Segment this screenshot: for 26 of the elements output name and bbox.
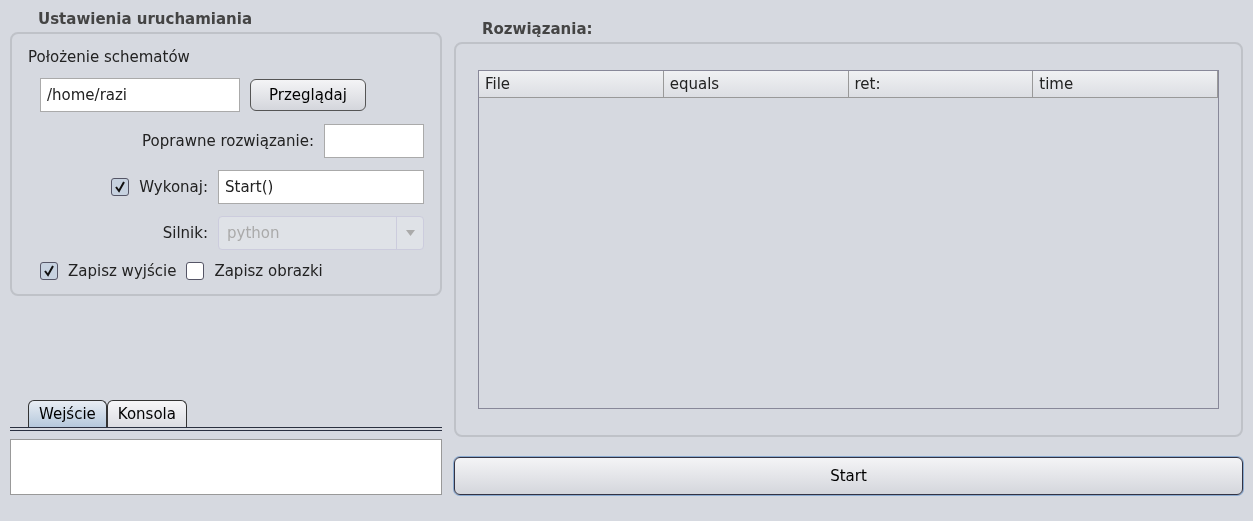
column-header[interactable]: File [479,71,664,98]
field-label: Silnik: [162,224,208,242]
execute-field[interactable]: Start() [218,170,424,204]
start-button[interactable]: Start [454,457,1243,495]
solution-field[interactable] [324,124,424,158]
column-header[interactable]: ret: [848,71,1034,98]
input-area[interactable] [10,439,442,495]
option-checkbox[interactable] [40,262,58,280]
field-label: Poprawne rozwiązanie: [142,132,314,150]
column-header[interactable]: time [1033,71,1218,98]
check-icon [114,181,127,193]
checkbox-label: Zapisz obrazki [214,262,323,280]
column-header[interactable]: equals [663,71,849,98]
execute-checkbox[interactable] [111,178,130,196]
tab[interactable]: Konsola [106,400,187,427]
section-title: Ustawienia uruchamiania [37,9,254,30]
tab[interactable]: Wejście [28,400,107,427]
field-label: Wykonaj: [139,178,208,196]
browse-button[interactable]: Przeglądaj [250,79,366,111]
field-label: Położenie schematów [28,48,191,66]
section-title: Rozwiązania: [481,19,594,40]
check-icon [43,265,55,277]
path-field[interactable]: /home/razi [40,78,240,112]
caret-icon [405,230,415,236]
option-checkbox[interactable] [186,262,205,280]
checkbox-label: Zapisz wyjście [68,262,177,280]
